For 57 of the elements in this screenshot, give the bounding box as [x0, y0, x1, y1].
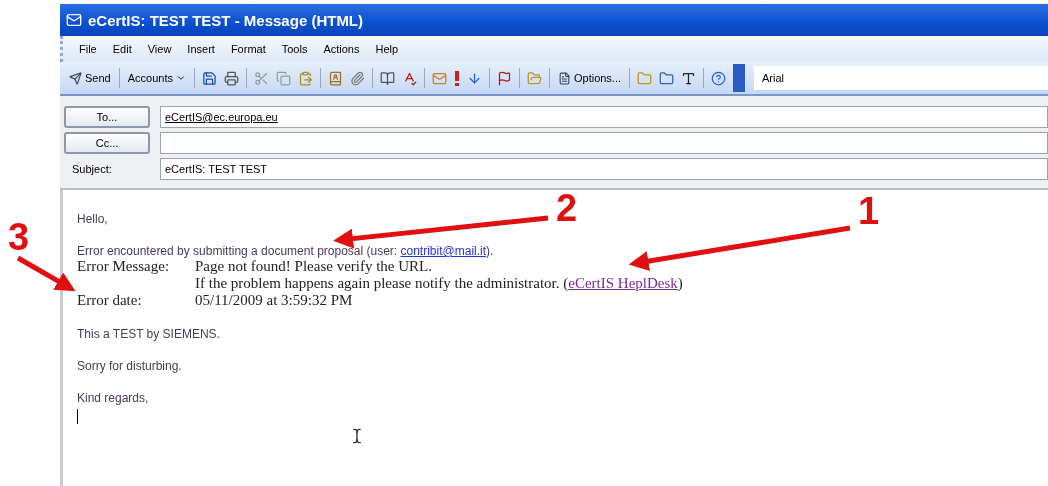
menu-item[interactable]: File	[73, 41, 103, 57]
options-button[interactable]: Options...	[554, 69, 625, 87]
detail-value: If the problem happens again please notify the administrator. (eCertIS HeplDesk)	[195, 275, 683, 292]
menu-item[interactable]: Edit	[106, 41, 138, 57]
text-caret	[77, 409, 78, 424]
copy-icon	[275, 70, 291, 86]
save-icon	[201, 70, 217, 86]
callout-number: 1	[858, 192, 880, 230]
detail-label: Error date:	[77, 292, 143, 309]
folder-icon	[637, 70, 653, 86]
flag-icon	[496, 70, 512, 86]
to-field[interactable]: eCertIS@ec.europa.eu	[160, 106, 1048, 128]
document-icon	[557, 71, 571, 85]
paperclip-icon	[349, 70, 365, 86]
subject-label: Subject:	[71, 163, 113, 175]
error-text: Error encountered by submitting a document proposal (user: contribit@mail.it).	[77, 244, 495, 258]
body-text: Sorry for disturbing.	[77, 359, 183, 373]
folder-icon	[526, 70, 542, 86]
help-icon	[711, 70, 727, 86]
font-field[interactable]: Arial	[754, 66, 1048, 90]
menu-item[interactable]: Format	[224, 41, 272, 57]
menu-item[interactable]: Actions	[317, 41, 366, 57]
accounts-button[interactable]: Accounts	[124, 70, 189, 86]
subject-field[interactable]: eCertIS: TEST TEST	[160, 158, 1048, 180]
body-text: This a TEST by SIEMENS.	[77, 327, 221, 341]
detail-value: 05/11/2009 at 3:59:32 PM	[195, 292, 354, 309]
greeting-text: Hello,	[77, 212, 109, 226]
printer-icon	[223, 70, 239, 86]
menu-item[interactable]: Insert	[181, 41, 221, 57]
book-icon	[379, 70, 395, 86]
send-icon	[69, 71, 82, 85]
to-button[interactable]: To...	[64, 106, 150, 128]
font-size-icon	[681, 70, 697, 86]
callout-number: 2	[556, 189, 578, 227]
body-text: Kind regards,	[77, 391, 150, 405]
window-title: eCertIS: TEST TEST - Message (HTML)	[88, 11, 364, 29]
callout-number: 3	[8, 218, 30, 256]
scissors-icon	[253, 70, 269, 86]
menu-item[interactable]: View	[141, 41, 178, 57]
menu-item[interactable]: Help	[369, 41, 405, 57]
menu-item[interactable]: Tools	[275, 41, 314, 57]
annotation-arrow	[16, 255, 76, 292]
mail-icon	[66, 12, 82, 28]
envelope-icon	[431, 70, 447, 86]
folder-icon	[659, 70, 675, 86]
cc-field[interactable]	[160, 132, 1048, 154]
caret-icon	[175, 73, 186, 83]
send-button[interactable]: Send	[66, 69, 114, 87]
address-book-icon	[327, 70, 343, 86]
toolbar-grip[interactable]	[733, 64, 746, 92]
detail-value: Page not found! Please verify the URL.	[195, 258, 434, 275]
clipboard-icon	[297, 70, 313, 86]
down-arrow-icon	[466, 70, 482, 86]
cc-button[interactable]: Cc...	[64, 132, 150, 154]
helpdesk-link[interactable]: eCertIS HeplDesk	[568, 275, 678, 291]
email-link[interactable]: contribit@mail.it	[400, 244, 487, 258]
detail-label: Error Message:	[77, 258, 171, 276]
